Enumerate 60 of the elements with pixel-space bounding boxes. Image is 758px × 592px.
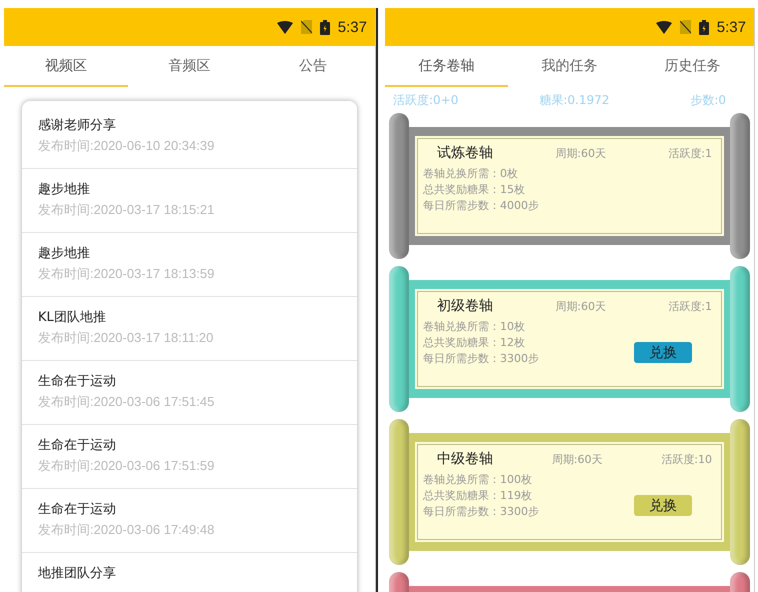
tab[interactable]: 音频区 [128,46,252,87]
activity-label: 活跃度:1 [668,146,712,160]
exchange-button[interactable]: 兑换 [634,342,692,363]
post-time: 发布时间:2020-06-10 20:34:39 [38,137,216,155]
tab[interactable]: 我的任务 [508,46,631,87]
tab[interactable]: 公告 [251,46,375,87]
post-title: 地推团队分享 [38,565,117,583]
scroll-title: 初级卷轴 [437,297,493,315]
post-time: 发布时间:2020-03-06 17:51:45 [38,393,216,411]
post-item[interactable]: 趣步地推 发布时间:2020-03-17 18:13:59 [22,233,357,297]
post-item[interactable]: 地推团队分享 [22,553,357,592]
post-item[interactable]: 感谢老师分享 发布时间:2020-06-10 20:34:39 [22,105,357,169]
no-sim-icon [300,20,312,34]
requirement-text: 总共奖励糖果：12枚 [423,335,526,351]
scroll-title: 中级卷轴 [437,450,493,468]
period-label: 周期:60天 [555,146,606,160]
stat-label: 步数:0 [690,92,726,108]
clock-time: 5:37 [338,18,367,36]
stat-label: 活跃度:0+0 [393,92,458,108]
requirement-text: 卷轴兑换所需：100枚 [423,472,533,488]
requirement-text: 每日所需步数：3300步 [423,504,539,520]
no-sim-icon [680,20,691,34]
post-time: 发布时间:2020-03-17 18:15:21 [38,201,216,219]
battery-icon [698,20,709,34]
requirement-text: 卷轴兑换所需：10枚 [423,319,526,335]
post-item[interactable]: 趣步地推 发布时间:2020-03-17 18:15:21 [22,169,357,233]
post-title: 生命在于运动 [38,437,117,455]
requirement-text: 卷轴兑换所需：0枚 [423,166,519,182]
activity-label: 活跃度:1 [668,298,712,314]
tab[interactable]: 任务卷轴 [385,46,508,87]
post-time: 发布时间:2020-03-06 17:51:59 [38,457,216,475]
scroll-title: 试炼卷轴 [437,144,493,162]
period-label: 周期:60天 [552,452,602,466]
tab[interactable]: 历史任务 [631,46,754,87]
post-time: 发布时间:2020-03-17 18:11:20 [38,329,214,347]
post-item[interactable]: 生命在于运动 发布时间:2020-03-06 17:49:48 [22,489,357,553]
tab[interactable]: 视频区 [4,46,128,87]
battery-icon [320,20,330,34]
requirement-text: 总共奖励糖果：15枚 [423,182,526,198]
post-title: 生命在于运动 [38,373,117,391]
wifi-icon [656,20,672,34]
post-title: KL团队地推 [38,309,107,327]
post-time: 发布时间:2020-03-06 17:49:48 [38,521,216,539]
requirement-text: 每日所需步数：4000步 [423,198,539,214]
wifi-icon [276,20,293,34]
period-label: 周期:60天 [555,298,606,314]
exchange-button[interactable]: 兑换 [634,495,692,516]
post-title: 感谢老师分享 [38,117,117,135]
post-title: 趣步地推 [38,181,91,199]
post-title: 趣步地推 [38,245,91,263]
stat-label: 糖果:0.1972 [539,92,610,108]
post-title: 生命在于运动 [38,501,117,519]
post-item[interactable]: KL团队地推 发布时间:2020-03-17 18:11:20 [22,297,357,361]
activity-label: 活跃度:10 [661,452,712,466]
post-item[interactable]: 生命在于运动 发布时间:2020-03-06 17:51:59 [22,425,357,489]
post-time: 发布时间:2020-03-17 18:13:59 [38,265,216,283]
post-item[interactable]: 生命在于运动 发布时间:2020-03-06 17:51:45 [22,361,357,425]
clock-time: 5:37 [716,18,746,36]
requirement-text: 总共奖励糖果：119枚 [423,488,533,504]
requirement-text: 每日所需步数：3300步 [423,351,539,367]
